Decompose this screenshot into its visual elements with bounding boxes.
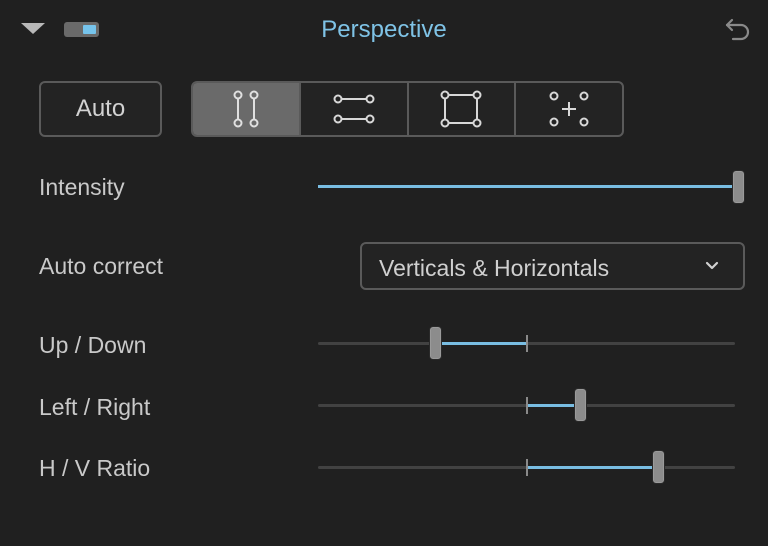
auto-button[interactable]: Auto (39, 81, 162, 137)
horizontal-lines-icon (333, 94, 375, 124)
perspective-mode-selector (191, 81, 624, 137)
panel-header: Perspective (0, 0, 768, 60)
hv-ratio-center-tick (526, 459, 528, 476)
four-points-icon (549, 91, 589, 127)
chevron-down-icon (705, 261, 719, 270)
reset-undo-icon[interactable] (724, 16, 752, 42)
up-down-label: Up / Down (39, 332, 147, 358)
hv-ratio-slider-thumb[interactable] (651, 450, 665, 484)
auto-correct-label: Auto correct (39, 253, 163, 279)
up-down-slider-thumb[interactable] (429, 326, 443, 360)
mode-rectangle-button[interactable] (409, 83, 517, 135)
intensity-fill (318, 185, 738, 188)
auto-correct-dropdown[interactable]: Verticals & Horizontals (360, 242, 745, 290)
vertical-lines-icon (233, 90, 259, 128)
hv-ratio-label: H / V Ratio (39, 455, 151, 481)
left-right-label: Left / Right (39, 394, 151, 420)
auto-correct-value: Verticals & Horizontals (379, 255, 610, 281)
mode-vertical-button[interactable] (193, 83, 301, 135)
panel-title: Perspective (321, 16, 447, 43)
up-down-fill (435, 342, 527, 345)
left-right-center-tick (526, 397, 528, 414)
left-right-fill (526, 404, 581, 407)
mode-points-button[interactable] (516, 83, 622, 135)
up-down-center-tick (526, 335, 528, 352)
hv-ratio-fill (526, 466, 659, 469)
mode-horizontal-button[interactable] (301, 83, 409, 135)
intensity-slider-thumb[interactable] (731, 170, 745, 204)
left-right-slider-thumb[interactable] (574, 388, 587, 422)
rectangle-icon (440, 90, 482, 128)
intensity-label: Intensity (39, 174, 125, 200)
